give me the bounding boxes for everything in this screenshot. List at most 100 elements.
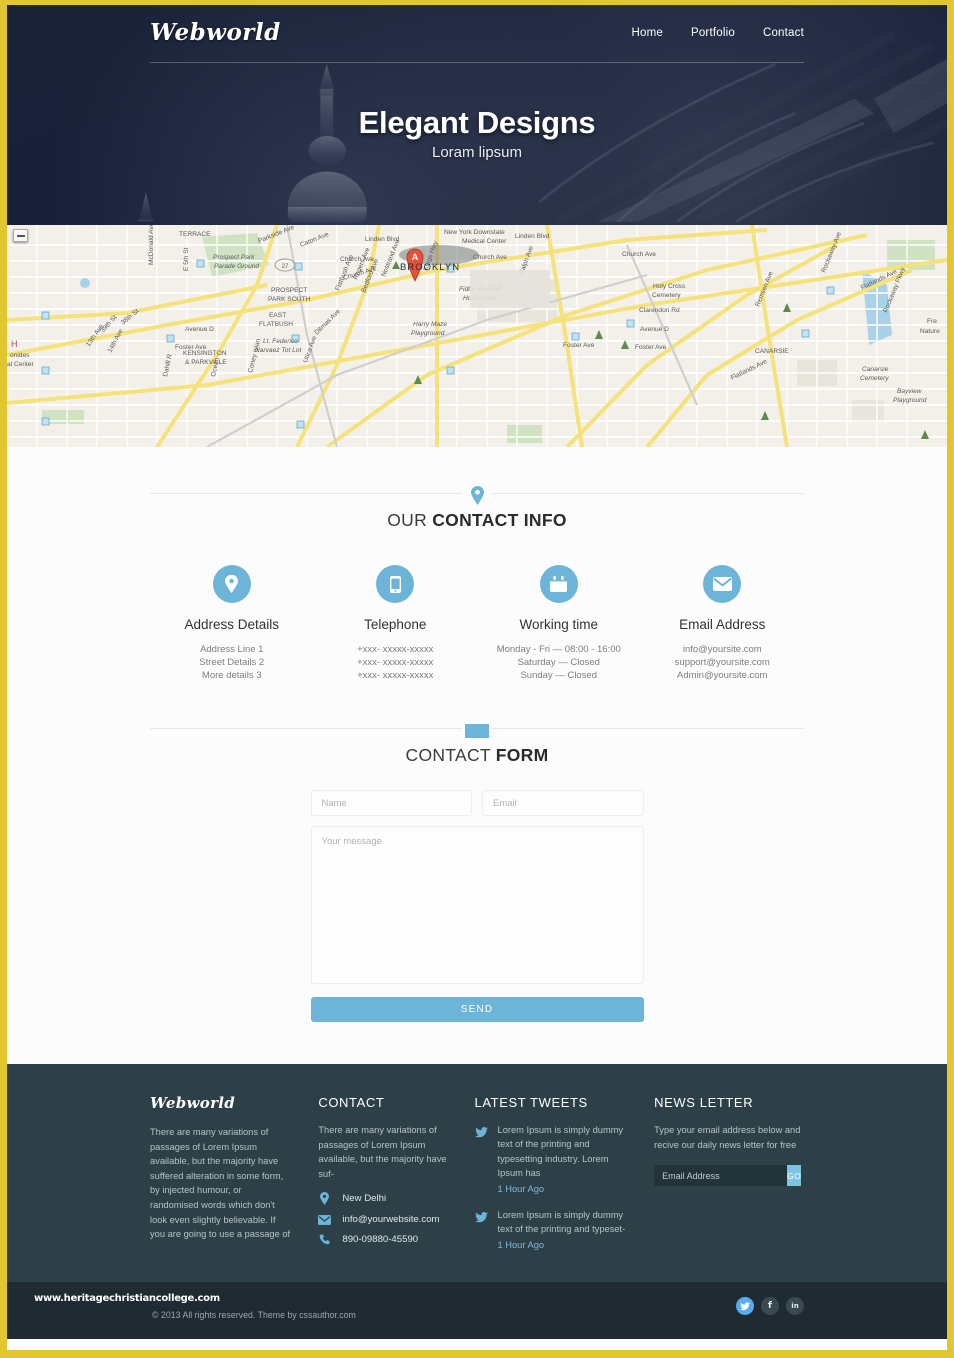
map-zoom-control[interactable] xyxy=(13,229,28,242)
newsletter-email-input[interactable] xyxy=(654,1165,788,1187)
hero-text: Elegant Designs Loram lipsum xyxy=(7,105,947,161)
contact-info-item-title: Email Address xyxy=(679,617,766,632)
svg-text:Harry Maze: Harry Maze xyxy=(413,321,447,328)
svg-text:Playground: Playground xyxy=(411,330,445,337)
svg-text:al Center: al Center xyxy=(7,361,35,368)
header-divider xyxy=(150,62,804,63)
newsletter-go-button[interactable]: GO xyxy=(787,1165,802,1187)
tweet-item: Lorem Ipsum is simply dummy text of the … xyxy=(474,1123,629,1196)
svg-text:Church Ave: Church Ave xyxy=(622,251,656,258)
contact-info-columns: Address Details Address Line 1 Street De… xyxy=(150,565,804,682)
svg-text:27: 27 xyxy=(282,264,289,270)
footer-logo[interactable]: Webworld xyxy=(150,1094,292,1112)
contact-form-title: CONTACT FORM xyxy=(150,745,804,766)
nav-item-contact[interactable]: Contact xyxy=(763,27,804,39)
svg-text:BROOKLYN: BROOKLYN xyxy=(400,262,460,273)
nav-item-home[interactable]: Home xyxy=(631,27,662,39)
email-input[interactable] xyxy=(482,790,644,816)
hero-subtitle: Loram lipsum xyxy=(431,144,523,161)
tweet-item: Lorem Ipsum is simply dummy text of the … xyxy=(474,1208,629,1252)
footer-contact-heading: CONTACT xyxy=(318,1095,385,1110)
svg-text:CANARSIE: CANARSIE xyxy=(755,348,789,355)
info-line: Saturday — Closed xyxy=(517,657,600,668)
contact-info-item-address: Address Details Address Line 1 Street De… xyxy=(150,565,314,682)
contact-info-item-title: Telephone xyxy=(364,617,427,632)
footer-contact-text: There are many variations of passages of… xyxy=(318,1125,447,1179)
envelope-icon xyxy=(318,1214,332,1225)
info-line: Sunday — Closed xyxy=(520,670,598,681)
nav-item-portfolio[interactable]: Portfolio xyxy=(691,27,735,39)
map-pin-icon xyxy=(212,565,251,603)
svg-text:Lt. Federico: Lt. Federico xyxy=(263,338,298,345)
map-section[interactable]: TERRACE Parkside Ave Linden Blvd New Yor… xyxy=(7,225,947,447)
svg-text:Canarsie: Canarsie xyxy=(862,366,889,373)
twitter-icon xyxy=(474,1123,488,1196)
svg-text:Cemetery: Cemetery xyxy=(652,292,681,299)
site-logo[interactable]: Webworld xyxy=(150,19,281,46)
send-button[interactable]: SEND xyxy=(310,997,644,1022)
linkedin-icon[interactable]: in xyxy=(786,1297,804,1315)
twitter-icon[interactable] xyxy=(736,1297,754,1315)
contact-info-item-working-time: Working time Monday - Fri — 08:00 - 16:0… xyxy=(477,565,641,682)
tweet-text: Lorem Ipsum is simply dummy text of the … xyxy=(497,1125,624,1179)
copyright-text: © 2013 All rights reserved. Theme by css… xyxy=(152,1310,356,1320)
svg-text:Nature: Nature xyxy=(920,328,940,335)
footer-newsletter-column: NEWS LETTER Type your email address belo… xyxy=(654,1094,804,1264)
svg-text:& PARKVILLE: & PARKVILLE xyxy=(185,359,227,366)
svg-text:H: H xyxy=(11,339,18,349)
tweet-body: Lorem Ipsum is simply dummy text of the … xyxy=(498,1123,629,1196)
svg-text:onides: onides xyxy=(10,352,30,359)
message-textarea[interactable] xyxy=(310,826,644,984)
footer-about-text: There are many variations of passages of… xyxy=(150,1127,291,1240)
info-line: +xxx- xxxxx-xxxxx xyxy=(357,657,434,668)
contact-info-title-light: OUR xyxy=(387,510,433,530)
contact-form-title-light: CONTACT xyxy=(405,745,496,765)
footer-contact-value: New Delhi xyxy=(342,1193,387,1205)
svg-text:Linden Blvd: Linden Blvd xyxy=(515,233,550,240)
footer-about-column: Webworld There are many variations of pa… xyxy=(150,1094,318,1264)
info-line: Street Details 2 xyxy=(199,657,265,668)
svg-text:EAST: EAST xyxy=(269,312,286,319)
section-divider xyxy=(150,482,804,508)
contact-form-header: CONTACT FORM xyxy=(150,682,804,766)
name-input[interactable] xyxy=(310,790,472,816)
svg-text:KENSINGTON: KENSINGTON xyxy=(183,350,227,357)
contact-form-title-bold: FORM xyxy=(495,745,549,765)
facebook-icon[interactable]: f xyxy=(761,1297,779,1315)
bottom-bar: www.heritagechristiancollege.com © 2013 … xyxy=(7,1282,947,1339)
envelope-icon xyxy=(462,717,492,743)
watermark-text: www.heritagechristiancollege.com xyxy=(34,1293,220,1304)
tweet-time: 1 Hour Ago xyxy=(497,1183,545,1194)
svg-text:Fre: Fre xyxy=(927,318,937,325)
form-row-name-email xyxy=(310,790,644,816)
svg-text:Avenue D: Avenue D xyxy=(185,326,214,333)
svg-text:Prospect Park: Prospect Park xyxy=(213,254,255,261)
info-line: More details 3 xyxy=(201,670,262,681)
contact-info-item-telephone: Telephone +xxx- xxxxx-xxxxx +xxx- xxxxx-… xyxy=(314,565,478,682)
envelope-icon xyxy=(703,565,742,603)
section-divider xyxy=(150,717,804,743)
map-canvas[interactable]: TERRACE Parkside Ave Linden Blvd New Yor… xyxy=(7,225,947,447)
info-line: +xxx- xxxxx-xxxxx xyxy=(357,644,434,655)
contact-info-item-lines: +xxx- xxxxx-xxxxx +xxx- xxxxx-xxxxx +xxx… xyxy=(314,643,478,682)
contact-info-item-lines: Address Line 1 Street Details 2 More det… xyxy=(150,643,314,682)
svg-text:Cemetery: Cemetery xyxy=(860,375,889,382)
facebook-glyph: f xyxy=(768,1301,772,1311)
map-pin-icon xyxy=(318,1192,331,1206)
footer-contact-value[interactable]: info@yourwebsite.com xyxy=(342,1214,439,1225)
svg-text:TERRACE: TERRACE xyxy=(179,231,211,238)
svg-text:Bayview: Bayview xyxy=(897,388,923,395)
hero-section: Webworld Home Portfolio Contact Elegant … xyxy=(7,5,947,225)
footer-newsletter-text: Type your email address below and recive… xyxy=(654,1125,801,1150)
page-root: Webworld Home Portfolio Contact Elegant … xyxy=(0,0,954,1358)
calendar-icon xyxy=(539,565,578,603)
info-line: Admin@yoursite.com xyxy=(677,670,768,681)
svg-text:PROSPECT: PROSPECT xyxy=(271,287,307,294)
footer-section: Webworld There are many variations of pa… xyxy=(7,1064,947,1282)
contact-info-item-lines: Monday - Fri — 08:00 - 16:00 Saturday — … xyxy=(477,643,641,682)
newsletter-form: GO xyxy=(654,1165,802,1187)
phone-icon xyxy=(318,1234,331,1245)
header-bar: Webworld Home Portfolio Contact xyxy=(7,5,947,46)
contact-info-item-title: Address Details xyxy=(184,617,280,632)
contact-info-item-email: Email Address info@yoursite.com support@… xyxy=(641,565,805,682)
